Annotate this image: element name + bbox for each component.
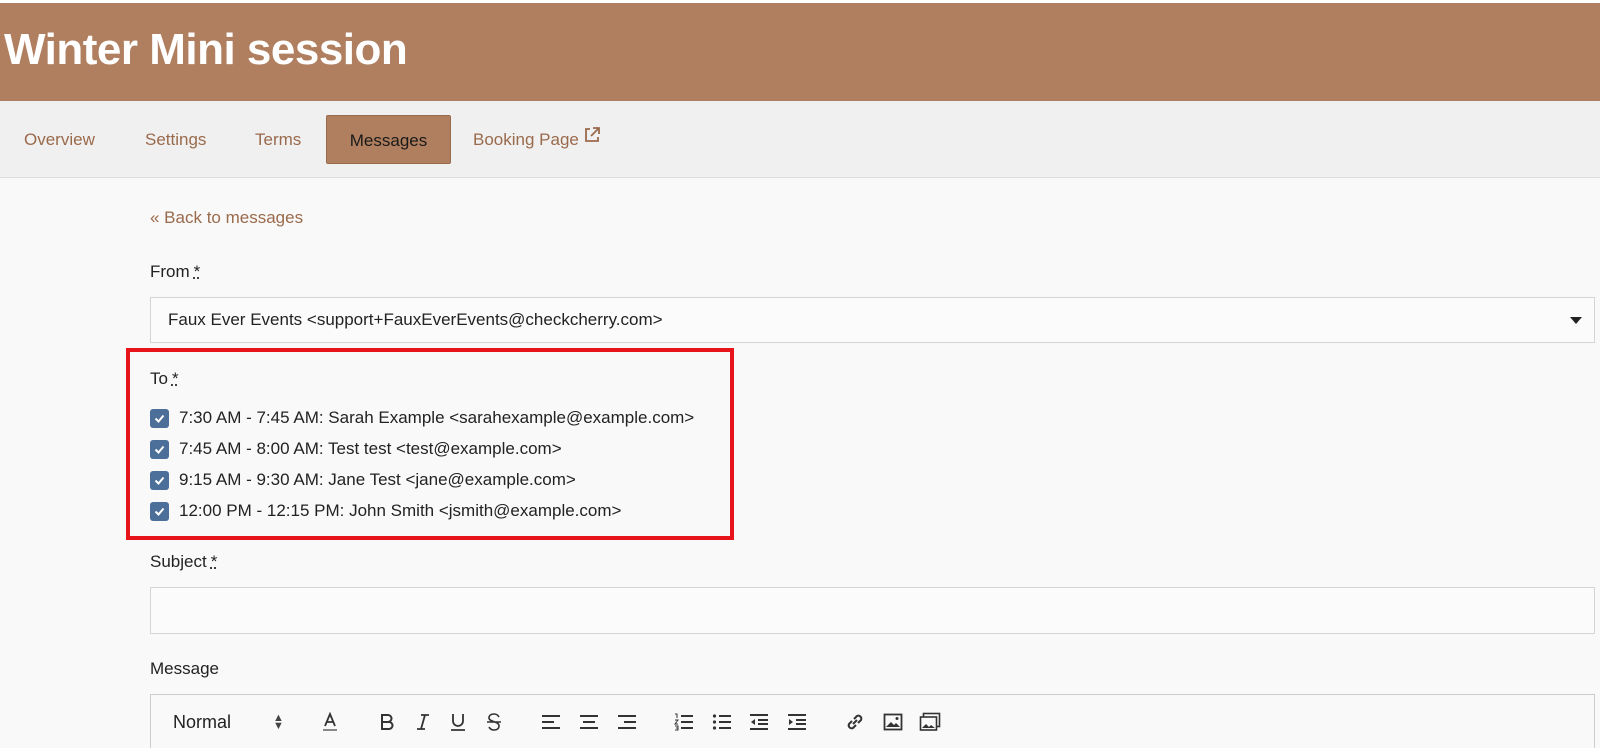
subject-label-text: Subject [150, 552, 207, 571]
checkmark-icon [153, 443, 166, 456]
required-mark: * [194, 262, 201, 281]
tab-terms[interactable]: Terms [255, 115, 301, 164]
outdent-icon[interactable] [748, 709, 770, 735]
recipient-label: 12:00 PM - 12:15 PM: John Smith <jsmith@… [179, 501, 621, 521]
select-arrows-icon: ▲ ▼ [273, 714, 284, 730]
to-label-text: To [150, 369, 168, 388]
external-link-icon [583, 114, 601, 163]
gallery-icon[interactable] [918, 709, 942, 735]
link-icon[interactable] [844, 709, 866, 735]
bullet-list-icon[interactable] [711, 709, 733, 735]
required-mark: * [211, 552, 218, 571]
to-label: To * [150, 369, 179, 389]
align-center-icon[interactable] [578, 709, 600, 735]
recipient-checkbox[interactable] [150, 409, 169, 428]
strikethrough-icon[interactable] [484, 709, 504, 735]
tab-booking-page-label: Booking Page [473, 130, 579, 149]
recipient-checkbox[interactable] [150, 471, 169, 490]
italic-icon[interactable] [413, 709, 433, 735]
subject-label: Subject * [150, 552, 217, 572]
recipient-option[interactable]: 7:45 AM - 8:00 AM: Test test <test@examp… [150, 437, 562, 461]
subject-input[interactable] [150, 587, 1595, 634]
page-title: Winter Mini session [4, 25, 407, 75]
recipient-checkbox[interactable] [150, 502, 169, 521]
page-header: Winter Mini session [0, 0, 1600, 101]
from-label-text: From [150, 262, 190, 281]
format-select[interactable]: Normal ▲ ▼ [173, 709, 293, 735]
recipient-label: 7:30 AM - 7:45 AM: Sarah Example <sarahe… [179, 408, 694, 428]
image-icon[interactable] [882, 709, 904, 735]
back-to-messages-link[interactable]: « Back to messages [150, 208, 303, 228]
align-left-icon[interactable] [540, 709, 562, 735]
recipient-option[interactable]: 9:15 AM - 9:30 AM: Jane Test <jane@examp… [150, 468, 576, 492]
recipient-label: 9:15 AM - 9:30 AM: Jane Test <jane@examp… [179, 470, 576, 490]
align-right-icon[interactable] [616, 709, 638, 735]
checkmark-icon [153, 412, 166, 425]
from-select[interactable]: Faux Ever Events <support+FauxEverEvents… [150, 297, 1595, 343]
tab-settings[interactable]: Settings [145, 115, 206, 164]
tab-messages[interactable]: Messages [326, 115, 451, 164]
font-color-icon[interactable] [319, 709, 341, 735]
recipient-checkbox[interactable] [150, 440, 169, 459]
tab-booking-page[interactable]: Booking Page [473, 115, 601, 164]
checkmark-icon [153, 474, 166, 487]
recipient-option[interactable]: 12:00 PM - 12:15 PM: John Smith <jsmith@… [150, 499, 621, 523]
message-editor[interactable]: Normal ▲ ▼ [150, 694, 1595, 748]
required-mark: * [172, 369, 179, 388]
tab-overview[interactable]: Overview [24, 115, 95, 164]
underline-icon[interactable] [448, 709, 468, 735]
recipient-label: 7:45 AM - 8:00 AM: Test test <test@examp… [179, 439, 562, 459]
chevron-down-icon [1570, 317, 1582, 324]
recipient-option[interactable]: 7:30 AM - 7:45 AM: Sarah Example <sarahe… [150, 406, 694, 430]
from-label: From * [150, 262, 200, 282]
message-label: Message [150, 659, 219, 679]
bold-icon[interactable] [377, 709, 397, 735]
ordered-list-icon[interactable] [673, 709, 695, 735]
tab-bar: Overview Settings Terms Messages Booking… [0, 101, 1600, 178]
format-select-value: Normal [173, 712, 231, 733]
from-select-value: Faux Ever Events <support+FauxEverEvents… [168, 310, 663, 329]
checkmark-icon [153, 505, 166, 518]
indent-icon[interactable] [786, 709, 808, 735]
